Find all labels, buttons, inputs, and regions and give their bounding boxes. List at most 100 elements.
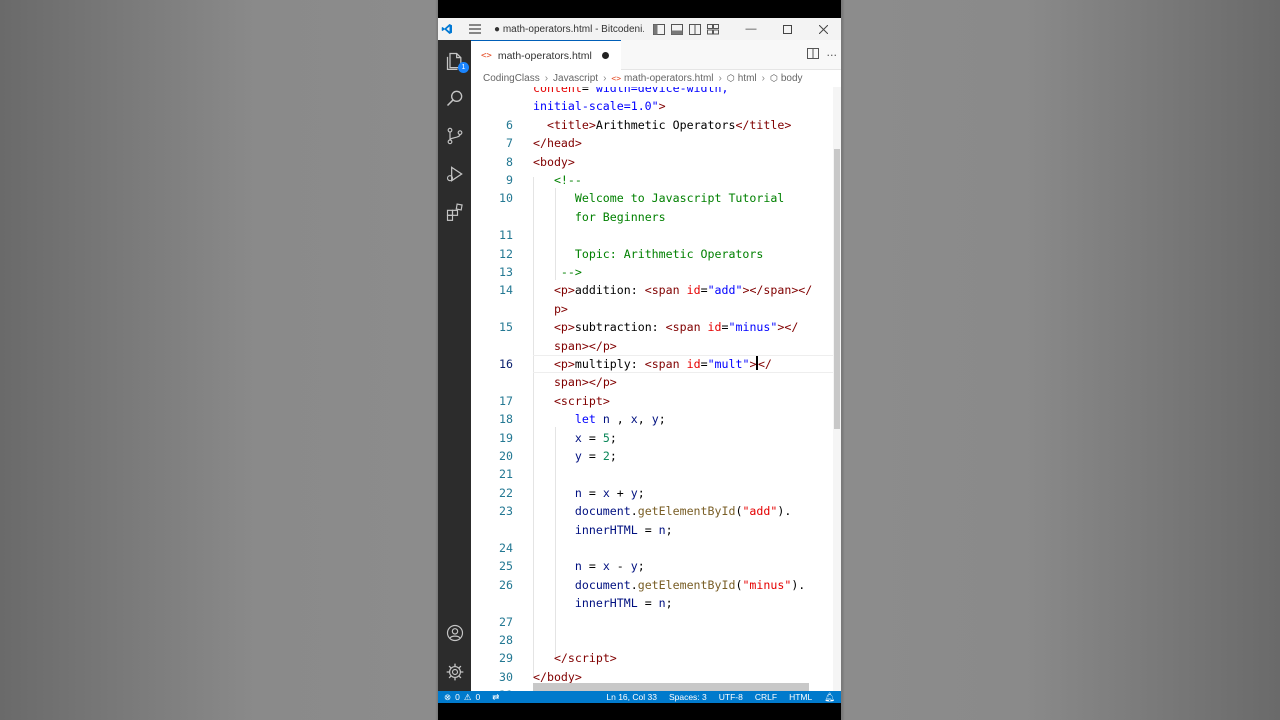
code-line[interactable]: innerHTML = n; [471,594,841,612]
notifications-bell-icon[interactable]: 🔔︎ [824,692,835,703]
code-line[interactable]: 6 <title>Arithmetic Operators</title> [471,116,841,134]
vscode-window: ● math-operators.html - Bitcodeni... — 1 [438,18,841,703]
code-text: <script> [553,393,610,408]
close-icon[interactable] [805,18,841,40]
code-text: <p>addition: <span id="add"></span></ [553,283,813,298]
line-number: 23 [499,504,513,519]
error-count: 0 [455,692,460,702]
code-text: --> [560,265,582,279]
encoding[interactable]: UTF-8 [719,692,743,702]
extensions-icon[interactable] [442,199,467,224]
code-line[interactable]: 28 [471,631,841,649]
customize-layout-icon[interactable] [706,22,720,36]
code-line[interactable]: 13 --> [471,263,841,281]
code-text: </head> [533,136,582,151]
toggle-sidebar-icon[interactable] [652,22,666,36]
code-line[interactable]: 14 <p>addition: <span id="add"></span></ [471,281,841,299]
menu-icon[interactable] [464,18,486,40]
code-line[interactable]: initial-scale=1.0"> [471,97,841,115]
explorer-files-icon[interactable]: 1 [442,48,469,73]
minimize-icon[interactable]: — [733,18,769,40]
horizontal-scrollbar[interactable] [533,683,809,691]
code-line[interactable]: 17 <script> [471,392,841,410]
code-line[interactable]: 29 </script> [471,649,841,667]
code-line[interactable]: 11 [471,226,841,244]
code-text: content="width=device-width, [533,87,729,95]
source-control-icon[interactable] [442,123,467,148]
activity-bar: 1 [438,40,471,691]
code-line[interactable]: 15 <p>subtraction: <span id="minus"></ [471,318,841,336]
code-text: <p>subtraction: <span id="minus"></ [553,320,799,335]
window-title: ● math-operators.html - Bitcodeni... [494,23,644,35]
settings-gear-icon[interactable] [442,659,467,684]
toggle-panel-icon[interactable] [670,22,684,36]
code-line[interactable]: 12 Topic: Arithmetic Operators [471,245,841,263]
code-editor[interactable]: content="width=device-width, initial-scal… [471,87,841,691]
cursor-position[interactable]: Ln 16, Col 33 [606,692,657,702]
end-of-line[interactable]: CRLF [755,692,777,702]
account-icon[interactable] [442,620,467,645]
search-icon[interactable] [442,85,467,110]
line-number: 6 [506,117,513,132]
code-text: <title>Arithmetic Operators</title> [546,117,792,132]
code-line[interactable]: 9 <!-- [471,171,841,189]
code-line[interactable]: 21 [471,465,841,483]
code-line[interactable]: 7 </head> [471,134,841,152]
editor-tab-bar: <> math-operators.html ··· [471,40,841,70]
breadcrumb-coding-class[interactable]: CodingClass [483,73,540,84]
breadcrumb-javascript[interactable]: Javascript [553,73,598,84]
line-number: 21 [499,467,513,482]
scrollbar-thumb[interactable] [834,149,840,429]
bottom-letterbox [438,703,841,720]
code-text: <p>multiply: <span id="mult"> </ [553,356,772,371]
code-text: let n , x, y; [574,412,666,427]
code-line[interactable]: 23 document.getElementById("add"). [471,502,841,520]
code-line[interactable]: 10 Welcome to Javascript Tutorial [471,189,841,207]
element-cube-icon: ⬡ [769,73,778,83]
more-actions-icon[interactable]: ··· [827,49,838,62]
unsaved-dot-icon[interactable] [601,52,609,59]
problems-indicator[interactable]: ⊗ 0 ⚠ 0 ⇄ [438,692,499,703]
code-line[interactable]: for Beginners [471,208,841,226]
warning-count: 0 [475,692,481,702]
split-editor-icon[interactable] [806,48,819,62]
line-number: 30 [499,669,513,684]
line-number: 20 [499,449,513,463]
line-number: 19 [499,430,513,445]
line-number: 7 [506,136,513,151]
breadcrumb-file[interactable]: math-operators.html [624,73,713,84]
code-line[interactable]: 8 <body> [471,153,841,171]
code-line[interactable]: 24 [471,539,841,557]
maximize-icon[interactable] [769,18,805,40]
window-controls: — [733,18,841,40]
language-mode[interactable]: HTML [789,692,812,702]
code-line[interactable]: span></p> [471,373,841,391]
breadcrumb-html[interactable]: html [738,73,757,84]
code-line[interactable]: span></p> [471,337,841,355]
code-text: x = 5; [574,430,617,445]
code-text: innerHTML = n; [574,596,673,611]
code-text: Welcome to Javascript Tutorial [574,191,785,206]
code-line[interactable]: innerHTML = n; [471,521,841,539]
breadcrumb-body[interactable]: body [781,73,803,84]
tab-math-operators[interactable]: <> math-operators.html [471,40,621,70]
code-line[interactable]: 25 n = x - y; [471,557,841,575]
code-line[interactable]: 22 n = x + y; [471,484,841,502]
line-number: 17 [499,393,513,408]
code-line[interactable]: content="width=device-width, [471,87,841,97]
code-line[interactable]: 18 let n , x, y; [471,410,841,428]
code-line[interactable]: 26 document.getElementById("minus"). [471,576,841,594]
toggle-secondary-sidebar-icon[interactable] [688,22,702,36]
remote-icon[interactable]: ⇄ [492,692,499,703]
code-line[interactable]: 16 <p>multiply: <span id="mult"> </ [471,355,841,373]
run-debug-icon[interactable] [442,161,467,186]
indentation[interactable]: Spaces: 3 [669,692,707,702]
code-text: p> [553,301,568,316]
vertical-scrollbar[interactable] [833,87,841,691]
code-line[interactable]: p> [471,300,841,318]
tab-label: math-operators.html [497,49,592,62]
line-number: 16 [499,357,513,371]
code-line[interactable]: 27 [471,613,841,631]
code-line[interactable]: 19 x = 5; [471,429,841,447]
code-line[interactable]: 20 y = 2; [471,447,841,465]
